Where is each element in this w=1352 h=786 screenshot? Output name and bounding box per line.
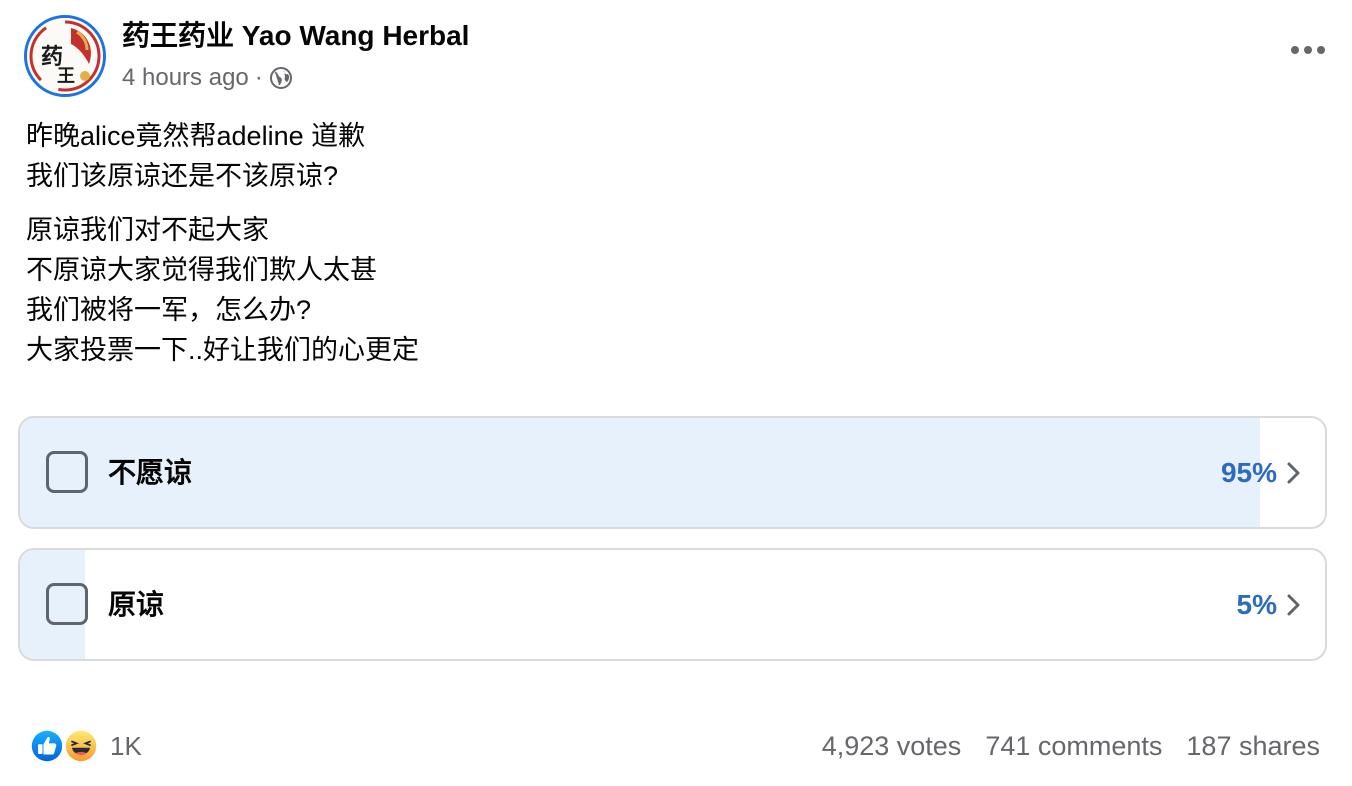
poll-option-1[interactable]: 不愿谅 95% — [18, 416, 1327, 529]
page-name[interactable]: 药王药业 Yao Wang Herbal — [122, 18, 469, 54]
poll-option-percent: 95% — [1220, 457, 1277, 488]
chevron-right-icon — [1287, 594, 1300, 616]
post-line: 我们该原谅还是不该原谅? — [26, 161, 339, 191]
like-icon — [28, 727, 66, 765]
post-line: 原谅我们对不起大家 — [26, 215, 269, 245]
post-line: 不原谅大家觉得我们欺人太甚 — [26, 255, 377, 285]
post-line: 我们被将一军，怎么办? — [26, 295, 312, 325]
reactions-summary[interactable]: 1K — [28, 726, 142, 766]
votes-count-link[interactable]: 4,923 votes — [822, 731, 962, 762]
poll-option-checkbox[interactable] — [46, 583, 88, 625]
svg-text:王: 王 — [57, 66, 75, 87]
shares-count-link[interactable]: 187 shares — [1186, 731, 1320, 762]
poll-option-checkbox[interactable] — [46, 451, 88, 493]
engagement-stats: 4,923 votes 741 comments 187 shares — [822, 726, 1320, 766]
poll-option-label: 原谅 — [108, 589, 165, 620]
poll-option-2[interactable]: 原谅 5% — [18, 548, 1327, 661]
poll-option-fill — [20, 418, 1260, 527]
more-horizontal-icon — [1291, 46, 1325, 54]
post-paragraph-2: 原谅我们对不起大家 不原谅大家觉得我们欺人太甚 我们被将一军，怎么办? 大家投票… — [26, 210, 1306, 370]
post-line: 昨晚alice竟然帮adeline 道歉 — [26, 121, 366, 151]
globe-icon[interactable] — [269, 66, 293, 90]
avatar-logo-icon: 药 王 — [27, 18, 103, 94]
post-meta: 4 hours ago · — [122, 62, 293, 94]
post-line: 大家投票一下..好让我们的心更定 — [26, 335, 420, 365]
page-avatar[interactable]: 药 王 — [24, 15, 106, 97]
post-card: 药 王 药王药业 Yao Wang Herbal 4 hours ago · 昨… — [0, 0, 1352, 786]
poll-option-label: 不愿谅 — [108, 457, 193, 488]
reaction-count: 1K — [110, 730, 142, 761]
post-paragraph-1: 昨晚alice竟然帮adeline 道歉 我们该原谅还是不该原谅? — [26, 116, 1306, 196]
meta-separator: · — [254, 64, 263, 91]
post-text: 昨晚alice竟然帮adeline 道歉 我们该原谅还是不该原谅? 原谅我们对不… — [26, 116, 1306, 384]
post-timestamp[interactable]: 4 hours ago — [122, 64, 249, 92]
chevron-right-icon — [1287, 462, 1300, 484]
comments-count-link[interactable]: 741 comments — [985, 731, 1162, 762]
more-options-button[interactable] — [1286, 30, 1330, 70]
haha-icon — [62, 727, 100, 765]
poll-option-percent: 5% — [1236, 589, 1277, 620]
